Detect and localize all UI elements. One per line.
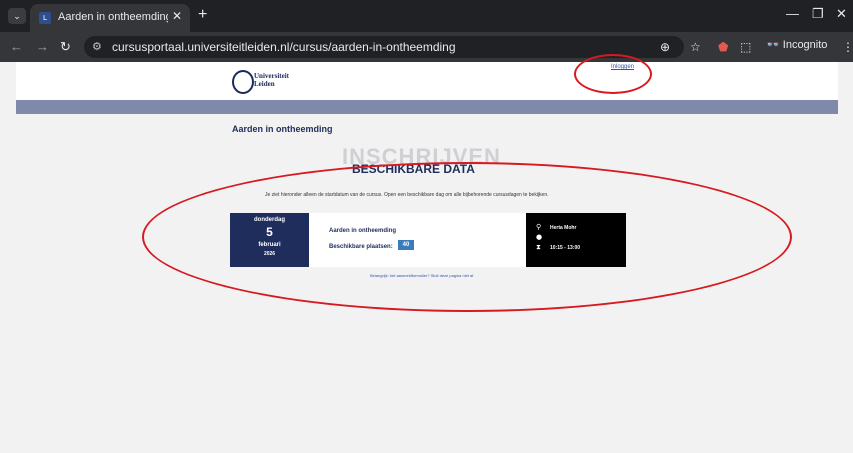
page-content: Universiteit Leiden Inloggen Aarden in on…	[16, 54, 838, 453]
annotation-ring-login	[574, 54, 652, 94]
browser-tab[interactable]: L Aarden in ontheemding · Curs… ✕	[30, 4, 190, 32]
logo-text: Universiteit Leiden	[254, 72, 289, 88]
url-host: cursusportaal.universiteitleiden.nl	[112, 40, 290, 54]
bookmark-star-icon[interactable]: ☆	[690, 40, 701, 54]
header-band	[16, 100, 838, 114]
tab-list-icon[interactable]: ⌄	[8, 8, 26, 24]
menu-icon[interactable]: ⋮	[842, 40, 853, 54]
university-logo[interactable]: Universiteit Leiden	[232, 70, 302, 94]
page-viewport: Universiteit Leiden Inloggen Aarden in on…	[0, 54, 853, 453]
close-tab-icon[interactable]: ✕	[172, 9, 182, 23]
course-title: Aarden in ontheemding	[232, 124, 333, 134]
minimize-icon[interactable]: —	[786, 6, 799, 21]
seal-icon	[232, 70, 254, 94]
site-header: Universiteit Leiden Inloggen	[16, 62, 838, 100]
close-window-icon[interactable]: ✕	[836, 6, 847, 22]
annotation-ring-dates	[142, 162, 792, 312]
url-text: cursusportaal.universiteitleiden.nl/curs…	[112, 40, 456, 54]
logo-line1: Universiteit	[254, 72, 289, 80]
browser-toolbar: ← → ↻ ⚙ cursusportaal.universiteitleiden…	[0, 32, 853, 62]
incognito-chip[interactable]: 👓 Incognito	[766, 38, 827, 51]
restore-icon[interactable]: ❐	[812, 6, 824, 22]
favicon-icon: L	[39, 12, 51, 24]
extensions-icon[interactable]: ⬚	[740, 40, 751, 54]
site-info-icon[interactable]: ⚙	[92, 40, 102, 53]
zoom-icon[interactable]: ⊕	[660, 40, 670, 54]
reload-icon[interactable]: ↻	[60, 39, 71, 55]
logo-line2: Leiden	[254, 80, 275, 88]
back-icon[interactable]: ←	[10, 39, 23, 54]
address-bar[interactable]: ⚙ cursusportaal.universiteitleiden.nl/cu…	[84, 36, 684, 58]
forward-icon[interactable]: →	[36, 39, 49, 54]
incognito-icon: 👓	[766, 39, 780, 51]
incognito-label: Incognito	[782, 39, 828, 51]
browser-tab-bar: ⌄ L Aarden in ontheemding · Curs… ✕ + — …	[0, 0, 853, 32]
extension-shield-icon[interactable]: ⬟	[718, 40, 728, 54]
tab-title: Aarden in ontheemding · Curs…	[58, 11, 168, 23]
new-tab-icon[interactable]: +	[198, 6, 207, 24]
url-path: /cursus/aarden-in-ontheemding	[289, 40, 456, 54]
